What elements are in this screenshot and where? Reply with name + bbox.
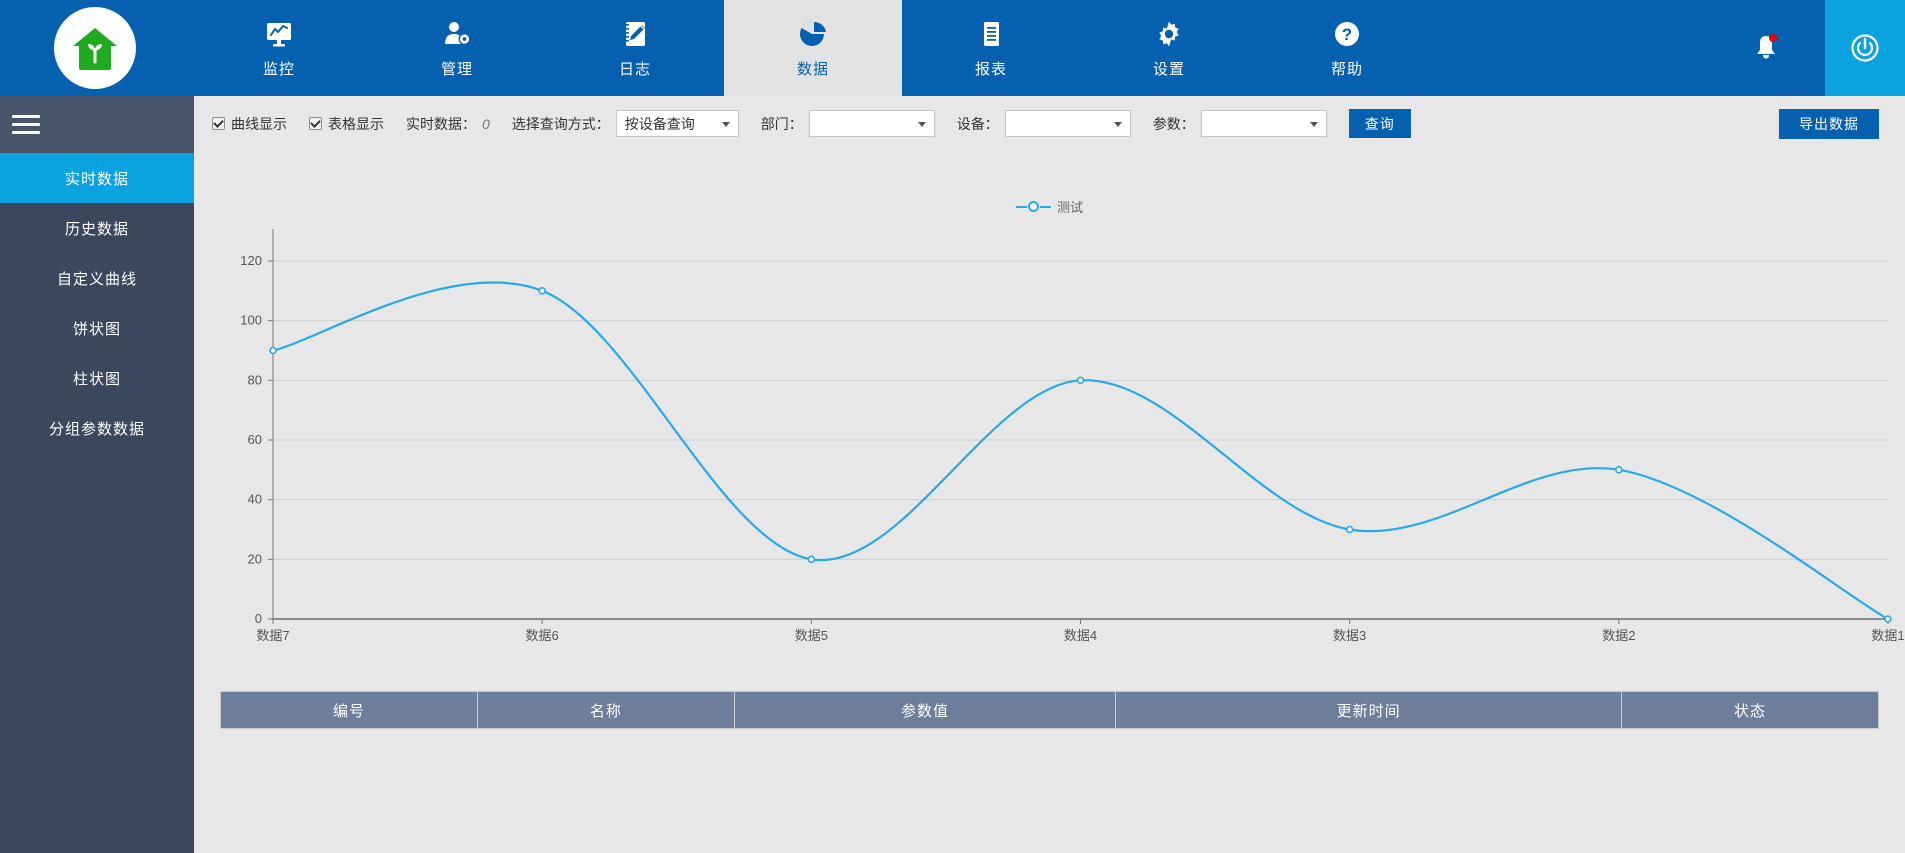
nav-item-label: 管理 [440,61,473,78]
sidebar-item-label: 分组参数数据 [48,420,145,438]
nav-item-settings[interactable]: 设置 [1080,0,1258,96]
sidebar-item-label: 柱状图 [72,370,121,388]
user-gear-icon [442,17,472,51]
sidebar-item-realtime-data[interactable]: 实时数据 [0,153,194,203]
sidebar-item-history-data[interactable]: 历史数据 [0,203,194,253]
data-table-container: 编号 名称 参数值 更新时间 状态 [194,691,1905,729]
table-header-row: 编号 名称 参数值 更新时间 状态 [220,691,1879,729]
export-data-button[interactable]: 导出数据 [1779,109,1879,139]
nav-item-label: 设置 [1152,61,1185,78]
query-mode-label: 选择查询方式： [511,115,610,132]
nav-item-management[interactable]: 管理 [368,0,546,96]
nav-item-label: 帮助 [1330,61,1363,78]
document-lines-icon [976,17,1006,51]
curve-display-label: 曲线显示 [231,115,287,132]
sidebar-item-grouped-param-data[interactable]: 分组参数数据 [0,403,194,453]
notebook-pen-icon [620,17,650,51]
table-display-checkbox-group[interactable]: 表格显示 [309,114,384,134]
realtime-count: 实时数据： 0 [406,114,490,134]
sidebar-item-custom-curve[interactable]: 自定义曲线 [0,253,194,303]
filter-toolbar: 曲线显示 表格显示 实时数据： 0 选择查询方式： 按设备查询 部门： 设备： [194,96,1905,151]
nav-items: 监控 管理 日志 数据 报表 设置 ? 帮助 [190,0,1436,96]
table-header-value: 参数值 [733,691,1117,729]
bell-notification-icon [1757,34,1777,59]
pie-chart-icon [798,17,828,51]
sidebar: 实时数据 历史数据 自定义曲线 饼状图 柱状图 分组参数数据 [0,96,194,853]
department-select[interactable] [808,110,935,137]
sidebar-toggle-button[interactable] [0,96,194,153]
svg-text:数据7: 数据7 [256,628,289,643]
svg-text:数据5: 数据5 [795,628,828,643]
svg-text:数据1: 数据1 [1871,628,1904,643]
svg-text:?: ? [1342,25,1352,44]
parameter-label: 参数： [1152,115,1195,132]
curve-display-checkbox[interactable] [212,117,225,130]
device-label: 设备： [956,115,999,132]
realtime-label: 实时数据： [406,115,476,132]
table-header-update-time: 更新时间 [1115,691,1623,729]
query-button[interactable]: 查询 [1348,109,1411,138]
sidebar-item-label: 自定义曲线 [56,270,137,288]
realtime-value: 0 [482,115,490,132]
svg-text:数据4: 数据4 [1064,628,1097,643]
hamburger-menu-icon [12,110,40,139]
table-header-id: 编号 [220,691,478,729]
department-group: 部门： [761,110,935,137]
svg-text:60: 60 [248,432,262,447]
nav-item-label: 日志 [618,61,651,78]
svg-text:40: 40 [248,492,262,507]
svg-text:100: 100 [240,313,262,328]
parameter-group: 参数： [1153,110,1327,137]
svg-text:数据2: 数据2 [1602,628,1635,643]
sidebar-item-bar-chart[interactable]: 柱状图 [0,353,194,403]
green-house-sprout-logo-icon [73,28,117,70]
query-mode-group: 选择查询方式： 按设备查询 [512,110,739,137]
gear-icon [1154,17,1184,51]
nav-item-monitor[interactable]: 监控 [190,0,368,96]
chart-container: 测试 0 20 40 60 80 100 120 数据7 数据6 数据5 数据4 数据3 数据2 数据1 [194,151,1905,691]
query-mode-value: 按设备查询 [624,115,695,132]
device-group: 设备： [957,110,1131,137]
table-display-label: 表格显示 [328,115,384,132]
query-mode-select[interactable]: 按设备查询 [615,110,739,137]
nav-item-label: 监控 [262,61,295,78]
sidebar-item-label: 饼状图 [72,320,121,338]
device-select[interactable] [1004,110,1131,137]
power-button[interactable] [1825,0,1905,96]
parameter-select[interactable] [1200,110,1327,137]
nav-item-label: 数据 [796,61,829,78]
sidebar-item-label: 历史数据 [64,220,129,238]
department-label: 部门： [760,115,803,132]
sidebar-item-pie-chart[interactable]: 饼状图 [0,303,194,353]
nav-item-report[interactable]: 报表 [902,0,1080,96]
line-chart-plot: 0 20 40 60 80 100 120 数据7 数据6 数据5 数据4 数据3 数据2 数据1 [240,229,1905,643]
svg-text:20: 20 [248,551,262,566]
svg-text:数据6: 数据6 [526,628,559,643]
svg-text:数据3: 数据3 [1333,628,1366,643]
curve-display-checkbox-group[interactable]: 曲线显示 [212,114,287,134]
app-logo[interactable] [0,0,190,96]
table-header-status: 状态 [1621,691,1879,729]
nav-item-label: 报表 [974,61,1007,78]
svg-text:0: 0 [255,611,262,626]
nav-item-data[interactable]: 数据 [724,0,902,96]
svg-text:120: 120 [240,253,262,268]
monitor-chart-icon [264,17,294,51]
top-navigation-bar: 监控 管理 日志 数据 报表 设置 ? 帮助 [0,0,1905,96]
table-header-name: 名称 [476,691,735,729]
table-display-checkbox[interactable] [309,117,322,130]
power-icon [1851,34,1879,62]
data-table: 编号 名称 参数值 更新时间 状态 [220,691,1879,729]
nav-item-log[interactable]: 日志 [546,0,724,96]
notifications-button[interactable] [1707,0,1825,96]
sidebar-item-label: 实时数据 [64,170,129,188]
nav-item-help[interactable]: ? 帮助 [1258,0,1436,96]
question-circle-icon: ? [1332,17,1362,51]
svg-text:80: 80 [248,372,262,387]
main-content: 曲线显示 表格显示 实时数据： 0 选择查询方式： 按设备查询 部门： 设备： [194,96,1905,853]
